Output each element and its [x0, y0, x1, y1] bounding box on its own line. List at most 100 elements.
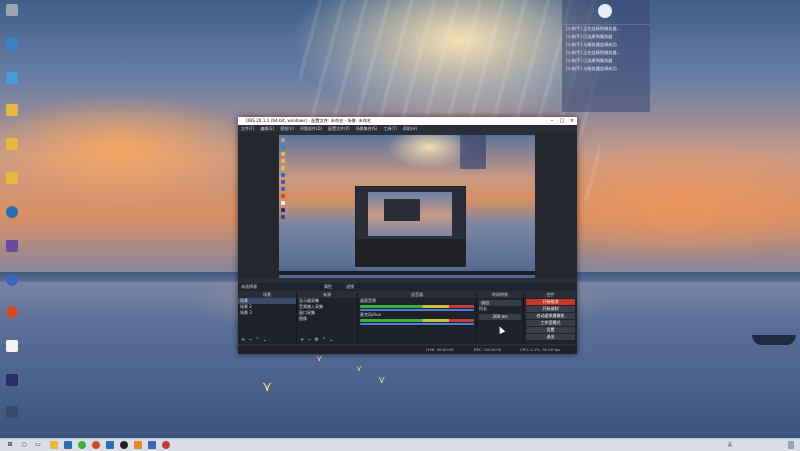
menu-item-help[interactable]: 帮助(H): [403, 125, 417, 132]
remove-scene-icon[interactable]: −: [248, 337, 252, 343]
menu-item-scene-collection[interactable]: 场景集合(S): [356, 125, 378, 132]
filters-button[interactable]: 滤镜: [346, 283, 354, 291]
taskbar: ⊞ ○ ▭ 英: [0, 438, 800, 451]
app-icon: [6, 274, 18, 286]
network-icon: [6, 72, 18, 84]
app-icon[interactable]: [148, 441, 156, 449]
desktop-icon[interactable]: [1, 104, 23, 117]
rec-status: REC: 00:00:00: [474, 347, 502, 352]
desktop-icon[interactable]: [1, 72, 23, 85]
properties-button[interactable]: 属性: [324, 283, 332, 291]
scenes-dock: 场景 场景 场景 2 场景 3 + − ⌃ ⌄: [238, 292, 297, 344]
controls-dock: 控件 开始推流 开始录制 启动虚拟摄像机 工作室模式 设置 退出: [524, 292, 577, 344]
overlay-line: [小助手] 与服务器连接成功: [566, 42, 617, 47]
app-icon[interactable]: [134, 441, 142, 449]
file-explorer-icon[interactable]: [50, 441, 58, 449]
volume-meter: [360, 319, 474, 322]
desktop-icon[interactable]: [1, 240, 23, 253]
chat-overlay-panel: [小助手] 正在连接到服务器... [小助手] 已连接到服务器 [小助手] 与服…: [562, 0, 650, 112]
volume-slider[interactable]: [360, 309, 474, 311]
desktop-icon[interactable]: [1, 138, 23, 151]
transitions-dock-title: 转场特效: [477, 292, 523, 298]
menu-item-view[interactable]: 视图(V): [280, 125, 294, 132]
transitions-dock: 转场特效 淡出 时长 300 ms: [477, 292, 524, 344]
virtual-camera-button[interactable]: 启动虚拟摄像机: [526, 313, 575, 319]
window-titlebar[interactable]: OBS 26.1.1 (64-bit, windows) - 配置文件: 未命名…: [238, 117, 577, 125]
move-up-icon[interactable]: ⌃: [322, 337, 326, 343]
scenes-dock-footer: + − ⌃ ⌄: [238, 337, 296, 344]
menu-item-edit[interactable]: 编辑(E): [260, 125, 274, 132]
add-scene-icon[interactable]: +: [241, 337, 245, 343]
desktop-icon[interactable]: [1, 306, 23, 319]
sources-dock-footer: + − ⚙ ⌃ ⌄: [297, 337, 357, 344]
desktop-icon[interactable]: [1, 374, 23, 387]
folder-icon: [6, 104, 18, 116]
overlay-line: [小助手] 正在连接到服务器...: [566, 26, 621, 31]
preview-desktop-icons: [281, 135, 285, 278]
obs-window[interactable]: OBS 26.1.1 (64-bit, windows) - 配置文件: 未命名…: [238, 117, 577, 354]
studio-mode-button[interactable]: 工作室模式: [526, 320, 575, 326]
controls-dock-title: 控件: [524, 292, 577, 298]
tray-language[interactable]: 英: [728, 439, 732, 451]
app-icon[interactable]: [92, 441, 100, 449]
settings-button[interactable]: 设置: [526, 327, 575, 333]
obs-taskbar-icon[interactable]: [120, 441, 128, 449]
menu-item-tools[interactable]: 工具(T): [383, 125, 397, 132]
desktop-icon[interactable]: [1, 206, 23, 219]
file-icon: [6, 340, 18, 352]
start-menu-icon[interactable]: ⊞: [6, 441, 14, 449]
desktop-icon[interactable]: [1, 4, 23, 17]
overlay-line: [小助手] 已连接到服务器: [566, 58, 613, 63]
start-streaming-button[interactable]: 开始推流: [526, 299, 575, 305]
remove-source-icon[interactable]: −: [307, 337, 311, 343]
browser-icon[interactable]: [64, 441, 72, 449]
menu-item-profile[interactable]: 配置文件(P): [328, 125, 350, 132]
app-icon[interactable]: [78, 441, 86, 449]
notification-icon[interactable]: [788, 441, 794, 449]
start-recording-button[interactable]: 开始录制: [526, 306, 575, 312]
app-icon: [6, 240, 18, 252]
avatar-icon: [598, 4, 612, 18]
search-icon[interactable]: ○: [20, 441, 28, 449]
preview-margin-left: [238, 132, 279, 278]
desktop-icon[interactable]: [1, 406, 23, 419]
desktop-icon[interactable]: [1, 38, 23, 51]
desktop-icon[interactable]: [1, 274, 23, 287]
desktop-icon[interactable]: [1, 340, 23, 353]
audio-mixer-dock: 混音器 桌面音频 麦克风/Aux: [358, 292, 477, 344]
move-down-icon[interactable]: ⌄: [329, 337, 333, 343]
menu-item-docks[interactable]: 停靠部件(D): [300, 125, 322, 132]
maximize-icon[interactable]: □: [557, 117, 567, 125]
close-icon[interactable]: ×: [567, 117, 577, 125]
mixer-channel-label: 麦克风/Aux: [360, 312, 381, 317]
move-up-icon[interactable]: ⌃: [255, 337, 259, 343]
gear-icon[interactable]: ⚙: [314, 337, 318, 343]
scene-item[interactable]: 场景 3: [238, 310, 296, 316]
preview-area: [238, 132, 577, 398]
task-view-icon[interactable]: ▭: [34, 441, 42, 449]
app-icon[interactable]: [106, 441, 114, 449]
exit-button[interactable]: 退出: [526, 334, 575, 340]
add-source-icon[interactable]: +: [300, 337, 304, 343]
preview-taskbar: [279, 271, 535, 275]
move-down-icon[interactable]: ⌄: [263, 337, 267, 343]
app-icon[interactable]: [162, 441, 170, 449]
recycle-bin-icon: [6, 4, 18, 16]
preview-nested-obs: [355, 186, 466, 267]
minimize-icon[interactable]: –: [547, 117, 557, 125]
desktop-icon[interactable]: [1, 172, 23, 185]
source-item[interactable]: 图像: [297, 316, 357, 322]
live-status: LIVE: 00:00:00: [426, 347, 454, 352]
dock-area: 场景 场景 场景 2 场景 3 + − ⌃ ⌄ 来源 显示器采集 音频输入采集 窗口采…: [238, 292, 577, 344]
overlay-line: [小助手] 正在连接到服务器...: [566, 50, 621, 55]
mixer-channel-label: 桌面音频: [360, 298, 376, 303]
preview-margin-right: [535, 132, 577, 278]
menu-item-file[interactable]: 文件(F): [241, 125, 254, 132]
folder-icon: [6, 172, 18, 184]
cpu-status: CPU: 2.1%, 30.00 fps: [520, 347, 561, 352]
duration-input[interactable]: 300 ms: [479, 314, 521, 320]
no-source-label: 未选择源: [241, 284, 257, 289]
preview-overlay-panel: [460, 135, 486, 169]
volume-slider[interactable]: [360, 323, 474, 325]
overlay-header: [562, 0, 650, 25]
